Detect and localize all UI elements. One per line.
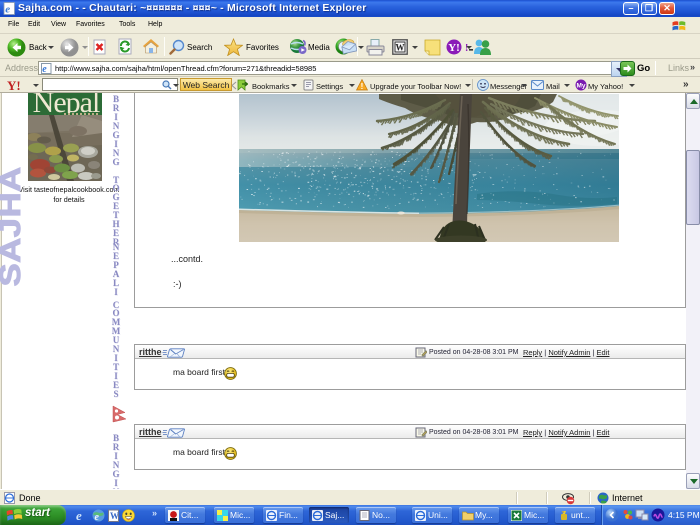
svg-text:e: e — [42, 64, 47, 74]
svg-text:Y!: Y! — [7, 79, 21, 91]
svg-text:e: e — [76, 509, 82, 522]
svg-text:e: e — [5, 4, 10, 16]
svg-text:Y!: Y! — [448, 42, 460, 54]
svg-text:e: e — [95, 512, 100, 522]
svg-text:W: W — [110, 511, 119, 521]
svg-text:My: My — [576, 83, 585, 90]
svg-text:!: ! — [361, 82, 364, 91]
svg-text:W: W — [396, 43, 405, 53]
